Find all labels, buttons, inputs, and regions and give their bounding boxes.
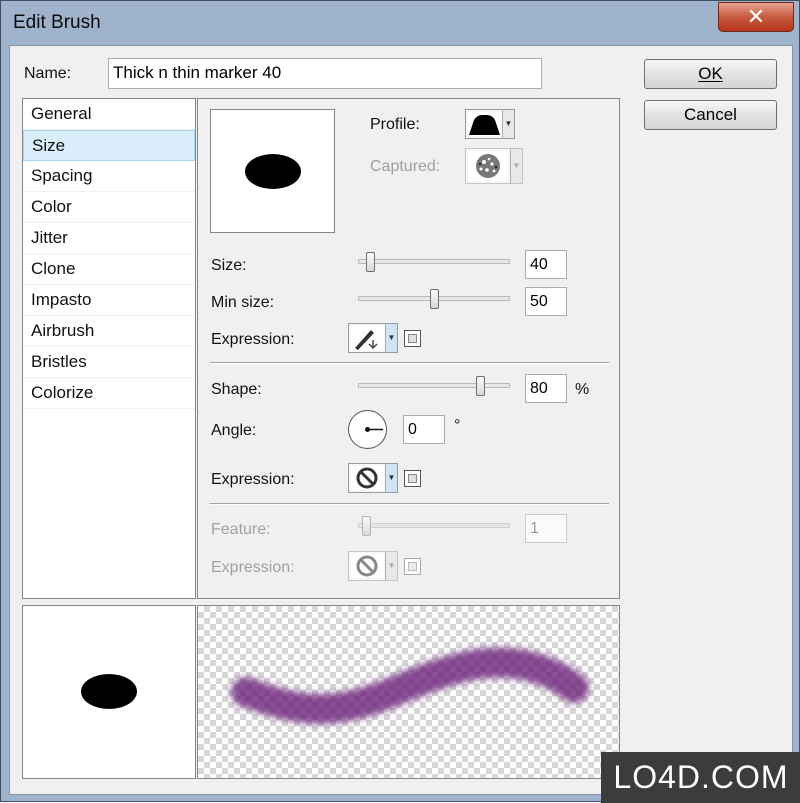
no-expression-icon bbox=[351, 554, 384, 578]
ok-button[interactable]: OK bbox=[644, 59, 777, 89]
shape-label: Shape: bbox=[211, 381, 262, 398]
feature-slider bbox=[358, 523, 510, 528]
angle-unit: ° bbox=[454, 417, 461, 434]
angle-dial[interactable] bbox=[348, 410, 387, 449]
profile-shape-icon bbox=[468, 112, 501, 136]
no-expression-icon bbox=[351, 466, 384, 490]
category-item-impasto[interactable]: Impasto bbox=[23, 285, 195, 316]
min-size-slider-thumb[interactable] bbox=[430, 289, 439, 309]
size-expression-dropdown[interactable]: ▼ bbox=[348, 323, 398, 353]
shape-slider-thumb[interactable] bbox=[475, 376, 485, 396]
brush-tip-shape bbox=[245, 154, 301, 189]
min-size-label: Min size: bbox=[211, 294, 275, 311]
shape-slider[interactable] bbox=[358, 383, 510, 388]
dab-shape bbox=[81, 674, 137, 709]
category-item-general[interactable]: General bbox=[23, 99, 195, 130]
close-button[interactable]: ✕ bbox=[718, 2, 794, 32]
category-item-airbrush[interactable]: Airbrush bbox=[23, 316, 195, 347]
category-item-spacing[interactable]: Spacing bbox=[23, 161, 195, 192]
feature-expression-invert-checkbox bbox=[404, 558, 421, 575]
feature-expression-dropdown: ▼ bbox=[348, 551, 398, 581]
title-bar[interactable]: Edit Brush ✕ bbox=[1, 1, 799, 45]
separator bbox=[210, 362, 609, 364]
category-item-colorize[interactable]: Colorize bbox=[23, 378, 195, 409]
separator bbox=[210, 503, 609, 505]
size-label: Size: bbox=[211, 257, 247, 274]
dialog-client-area: Name: Thick n thin marker 40 OK Cancel G… bbox=[9, 45, 793, 795]
pen-pressure-icon bbox=[351, 326, 384, 350]
cancel-label: Cancel bbox=[684, 105, 737, 124]
feature-value-input: 1 bbox=[525, 514, 567, 543]
dab-preview bbox=[22, 605, 196, 779]
stroke-preview bbox=[197, 605, 620, 779]
chevron-down-icon: ▼ bbox=[385, 552, 397, 580]
profile-label: Profile: bbox=[370, 116, 420, 133]
size-expression-label: Expression: bbox=[211, 331, 295, 348]
stroke-preview-graphic bbox=[231, 647, 589, 724]
chevron-down-icon: ▼ bbox=[385, 464, 397, 492]
feature-slider-thumb bbox=[361, 516, 371, 536]
brush-tip-preview bbox=[210, 109, 335, 233]
captured-dropdown: ▼ bbox=[465, 148, 523, 184]
category-item-bristles[interactable]: Bristles bbox=[23, 347, 195, 378]
chevron-down-icon: ▼ bbox=[502, 110, 514, 138]
edit-brush-dialog: Edit Brush ✕ Name: Thick n thin marker 4… bbox=[0, 0, 800, 803]
name-label: Name: bbox=[24, 65, 72, 82]
shape-value-input[interactable]: 80 bbox=[525, 374, 567, 403]
angle-label: Angle: bbox=[211, 422, 257, 439]
size-expression-invert-checkbox[interactable] bbox=[404, 330, 421, 347]
chevron-down-icon: ▼ bbox=[385, 324, 397, 352]
size-settings-panel: Profile: ▼ Captured: ▼ Size: 40 Min size… bbox=[197, 98, 620, 599]
category-list: General Size Spacing Color Jitter Clone … bbox=[22, 98, 196, 599]
size-value-input[interactable]: 40 bbox=[525, 250, 567, 279]
cancel-button[interactable]: Cancel bbox=[644, 100, 777, 130]
captured-label: Captured: bbox=[370, 158, 441, 175]
category-item-jitter[interactable]: Jitter bbox=[23, 223, 195, 254]
watermark-logo: LO4D.COM bbox=[601, 752, 800, 803]
angle-expression-label: Expression: bbox=[211, 471, 295, 488]
angle-value-input[interactable]: 0 bbox=[403, 415, 445, 444]
category-item-color[interactable]: Color bbox=[23, 192, 195, 223]
angle-expression-invert-checkbox[interactable] bbox=[404, 470, 421, 487]
angle-pointer-icon bbox=[365, 427, 383, 432]
size-slider-thumb[interactable] bbox=[366, 252, 376, 272]
chevron-down-icon: ▼ bbox=[510, 149, 522, 183]
category-item-clone[interactable]: Clone bbox=[23, 254, 195, 285]
size-slider[interactable] bbox=[358, 259, 510, 264]
shape-unit: % bbox=[575, 381, 590, 398]
angle-expression-dropdown[interactable]: ▼ bbox=[348, 463, 398, 493]
feature-label: Feature: bbox=[211, 521, 271, 538]
profile-dropdown[interactable]: ▼ bbox=[465, 109, 515, 139]
min-size-value-input[interactable]: 50 bbox=[525, 287, 567, 316]
brush-name-input[interactable]: Thick n thin marker 40 bbox=[108, 58, 542, 89]
captured-texture-icon bbox=[468, 151, 508, 181]
feature-expression-label: Expression: bbox=[211, 559, 295, 576]
ok-label: OK bbox=[698, 64, 723, 83]
window-title: Edit Brush bbox=[13, 12, 101, 33]
category-item-size[interactable]: Size bbox=[23, 130, 195, 161]
